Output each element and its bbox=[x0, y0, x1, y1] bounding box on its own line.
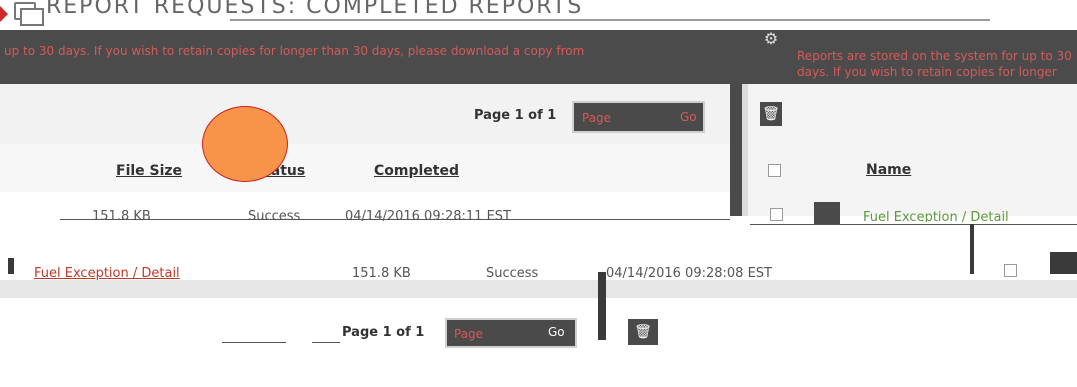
go-button-bottom[interactable]: Go bbox=[548, 325, 565, 339]
header-divider bbox=[230, 19, 990, 21]
row-completed: 04/14/2016 09:28:08 EST bbox=[606, 266, 772, 280]
pager-underline bbox=[222, 342, 286, 343]
panel-divider bbox=[730, 84, 742, 216]
red-marker-icon bbox=[0, 6, 8, 22]
notice-text-right: Reports are stored on the system for up … bbox=[797, 49, 1072, 79]
row-status: Success bbox=[486, 266, 539, 280]
table-footer-band bbox=[0, 280, 1077, 298]
pager-underline bbox=[312, 342, 340, 343]
trash-icon[interactable]: 🗑 bbox=[628, 319, 658, 345]
report-icon bbox=[14, 2, 44, 26]
report-name-link[interactable]: Fuel Exception / Detail bbox=[863, 210, 1009, 222]
page-indicator-bottom: Page 1 of 1 bbox=[342, 325, 425, 340]
row-divider bbox=[60, 219, 730, 220]
row-checkbox[interactable] bbox=[1004, 264, 1017, 277]
annotation-circle bbox=[202, 106, 288, 182]
gear-icon[interactable]: ⚙ bbox=[760, 30, 782, 48]
report-name-link[interactable]: Fuel Exception / Detail bbox=[34, 266, 180, 280]
column-header-file-size[interactable]: File Size bbox=[116, 163, 182, 179]
trash-icon[interactable]: 🗑 bbox=[760, 102, 782, 126]
right-panel bbox=[748, 84, 1077, 216]
select-all-checkbox[interactable] bbox=[768, 164, 781, 177]
column-header-row bbox=[0, 144, 730, 192]
page-input-placeholder-bottom: Page bbox=[454, 327, 484, 341]
column-divider bbox=[598, 272, 606, 340]
scroll-marker bbox=[970, 224, 974, 274]
page-input-placeholder-top: Page bbox=[582, 111, 612, 125]
page-title: REPORT REQUESTS: COMPLETED REPORTS bbox=[46, 0, 584, 19]
row-divider-right bbox=[750, 224, 1077, 225]
download-icon[interactable] bbox=[814, 202, 840, 224]
notice-text-left: up to 30 days. If you wish to retain cop… bbox=[4, 44, 585, 58]
go-button-top[interactable]: Go bbox=[680, 110, 697, 124]
row-marker bbox=[8, 258, 14, 274]
row-file-size: 151.8 KB bbox=[352, 266, 411, 280]
download-icon[interactable] bbox=[1050, 252, 1077, 274]
column-header-name[interactable]: Name bbox=[866, 162, 911, 178]
column-header-completed[interactable]: Completed bbox=[374, 163, 459, 179]
row-checkbox[interactable] bbox=[770, 208, 783, 221]
page-indicator-top: Page 1 of 1 bbox=[474, 108, 557, 123]
